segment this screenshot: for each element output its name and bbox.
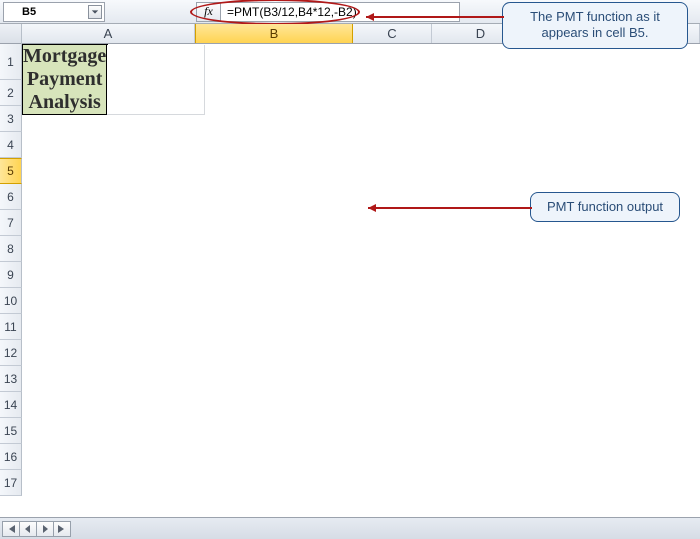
row-header-12[interactable]: 12 <box>0 340 22 366</box>
tab-nav-prev[interactable] <box>19 521 37 537</box>
name-box-value: B5 <box>22 6 36 18</box>
row-header-5[interactable]: 5 <box>0 158 22 184</box>
row-header-gutter <box>0 24 22 44</box>
formula-text: =PMT(B3/12,B4*12,-B2) <box>227 5 357 19</box>
row-header-9[interactable]: 9 <box>0 262 22 288</box>
row-header-13[interactable]: 13 <box>0 366 22 392</box>
callout-right-text: PMT function output <box>547 199 663 214</box>
row-header-6[interactable]: 6 <box>0 184 22 210</box>
tab-nav-first[interactable] <box>2 521 20 537</box>
column-header-B[interactable]: B <box>195 24 353 43</box>
callout-top-text: The PMT function as it appears in cell B… <box>530 9 660 40</box>
row-header-7[interactable]: 7 <box>0 210 22 236</box>
row-header-8[interactable]: 8 <box>0 236 22 262</box>
row-headers: 1234567891011121314151617 <box>0 44 22 496</box>
arrow-right <box>360 202 532 214</box>
callout-top: The PMT function as it appears in cell B… <box>502 2 688 49</box>
row-header-14[interactable]: 14 <box>0 392 22 418</box>
cell-D1[interactable] <box>107 45 205 115</box>
row-header-3[interactable]: 3 <box>0 106 22 132</box>
sheet-tabs-bar <box>0 517 700 539</box>
row-header-1[interactable]: 1 <box>0 44 22 80</box>
select-all-corner[interactable] <box>0 24 21 44</box>
tab-nav-last[interactable] <box>53 521 71 537</box>
fx-button[interactable]: fx <box>196 2 220 22</box>
spreadsheet-grid[interactable]: Mortgage Payment Analysis <box>22 44 205 115</box>
callout-right: PMT function output <box>530 192 680 222</box>
tab-nav-next[interactable] <box>36 521 54 537</box>
row-header-11[interactable]: 11 <box>0 314 22 340</box>
column-header-C[interactable]: C <box>353 24 432 43</box>
tab-nav <box>2 521 70 537</box>
title-cell[interactable]: Mortgage Payment Analysis <box>23 45 107 115</box>
row-header-4[interactable]: 4 <box>0 132 22 158</box>
name-box-dropdown[interactable] <box>88 5 102 19</box>
column-header-A[interactable]: A <box>22 24 195 43</box>
row-header-16[interactable]: 16 <box>0 444 22 470</box>
row-header-2[interactable]: 2 <box>0 80 22 106</box>
formula-input[interactable]: =PMT(B3/12,B4*12,-B2) <box>220 2 460 22</box>
row-header-10[interactable]: 10 <box>0 288 22 314</box>
row-header-15[interactable]: 15 <box>0 418 22 444</box>
name-box[interactable]: B5 <box>3 2 105 22</box>
row-header-17[interactable]: 17 <box>0 470 22 496</box>
